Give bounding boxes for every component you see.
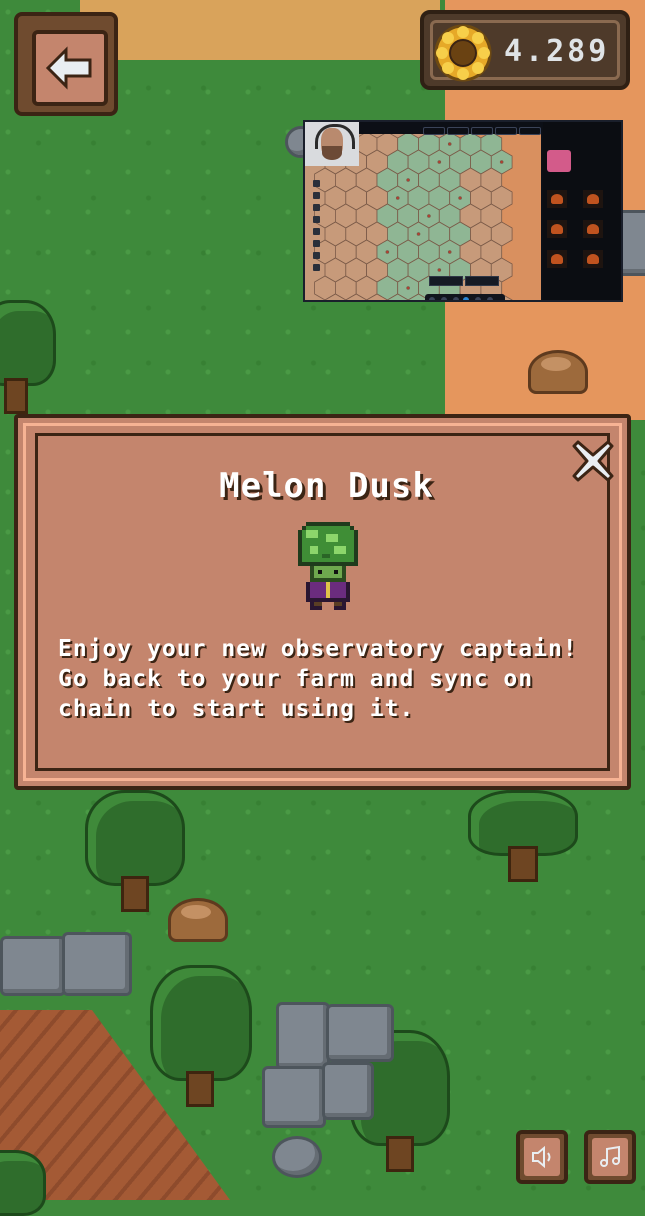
modal-title: Melon Dusk (219, 466, 434, 506)
rock (262, 1066, 326, 1128)
tree (150, 965, 252, 1107)
sound-toggle-button[interactable] (516, 1130, 568, 1184)
close-icon (572, 440, 614, 482)
tree (0, 300, 60, 420)
dirt-path (80, 0, 440, 60)
rock (322, 1062, 374, 1120)
tree-stump (528, 350, 588, 394)
sunflower-coin-icon (434, 24, 492, 82)
reward-modal: Melon Dusk Enjoy your new observatory ca… (14, 414, 631, 790)
rock (276, 1002, 330, 1070)
webcam-feed (305, 122, 359, 166)
tree-stump (168, 898, 228, 942)
rock (0, 936, 66, 996)
rock (272, 1136, 322, 1178)
stream-overlay (303, 120, 623, 302)
coin-balance: 4.289 (420, 10, 630, 90)
tree (85, 790, 185, 920)
balance-amount: 4.289 (504, 34, 610, 69)
back-arrow-icon (46, 46, 92, 90)
back-button[interactable] (14, 12, 118, 116)
close-button[interactable] (572, 440, 614, 482)
modal-message: Enjoy your new observatory captain! Go b… (58, 636, 578, 722)
speaker-icon (532, 1145, 551, 1169)
rock (62, 932, 132, 996)
music-note-icon (600, 1145, 620, 1167)
captain-avatar (298, 522, 358, 610)
music-toggle-button[interactable] (584, 1130, 636, 1184)
tree (468, 790, 578, 900)
details-panel (543, 122, 621, 300)
rock (326, 1004, 394, 1062)
tree (0, 1150, 50, 1216)
